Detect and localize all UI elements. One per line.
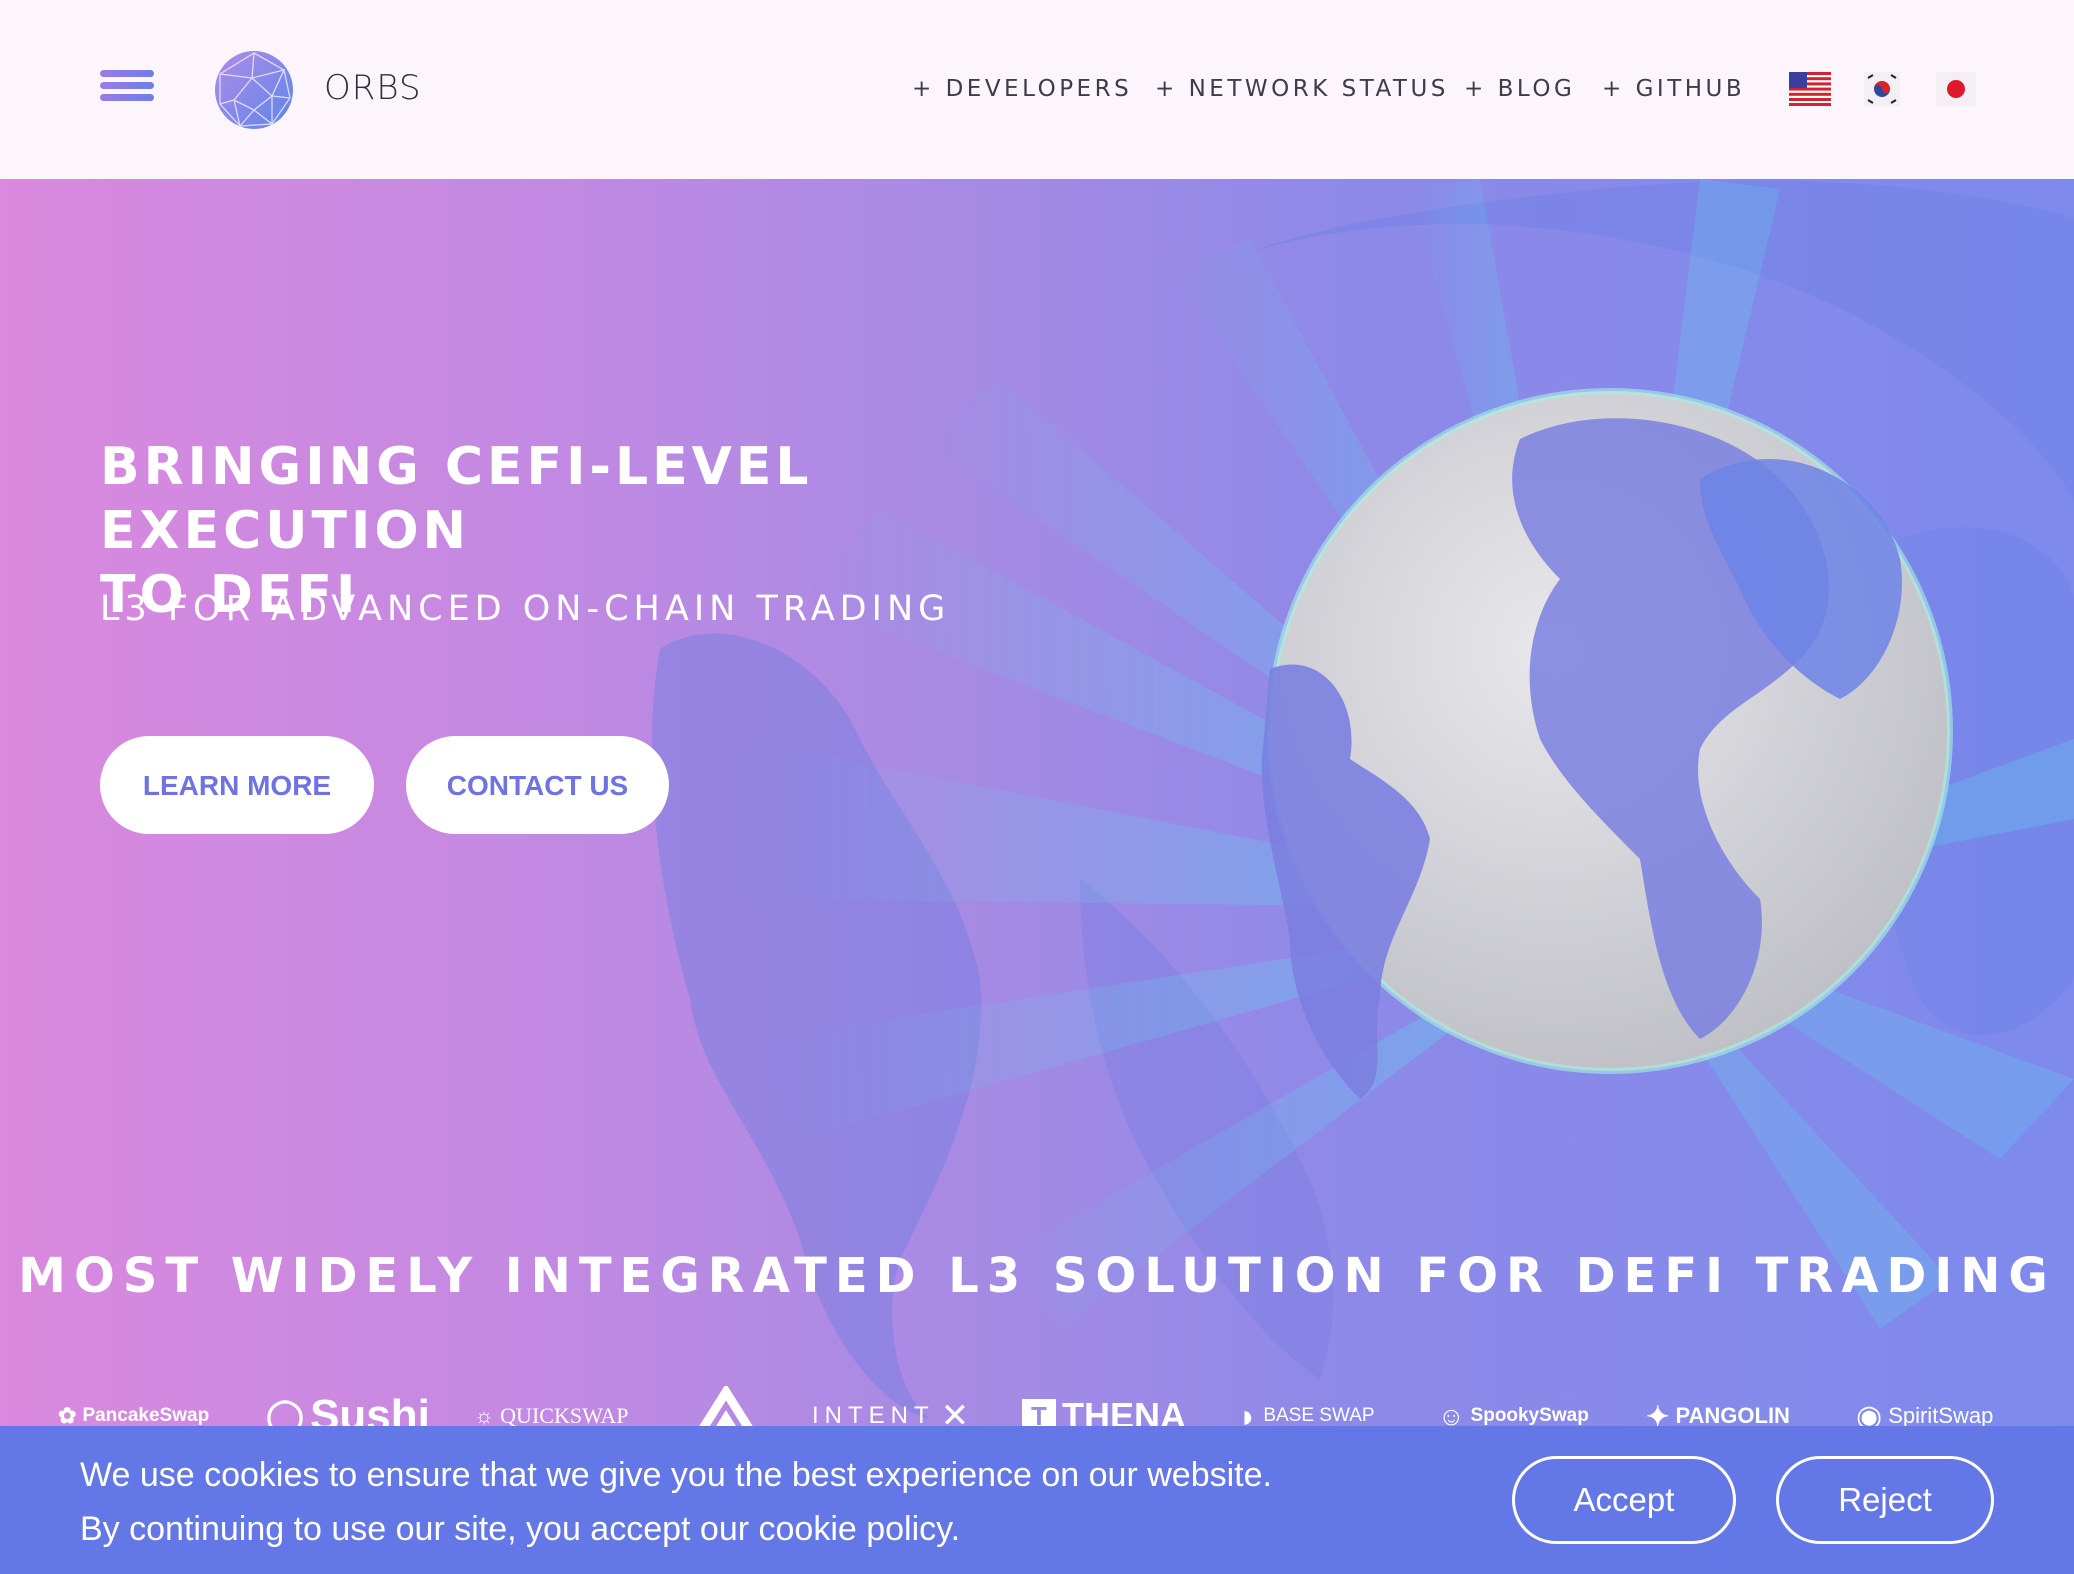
reject-cookies-button[interactable]: Reject	[1776, 1456, 1994, 1544]
accept-cookies-button[interactable]: Accept	[1512, 1456, 1736, 1544]
partner-spookyswap-label: SpookySwap	[1470, 1405, 1589, 1426]
japan-flag-icon[interactable]	[1936, 72, 1976, 106]
menu-icon[interactable]	[100, 70, 154, 102]
logo-text[interactable]: ORBS	[324, 68, 422, 108]
korea-flag-icon[interactable]	[1864, 72, 1900, 106]
globe-illustration	[651, 179, 2074, 1419]
orbs-logo-icon[interactable]	[212, 48, 296, 132]
partner-pancakeswap-label: PancakeSwap	[82, 1405, 210, 1426]
learn-more-button[interactable]: LEARN MORE	[100, 736, 374, 834]
partner-baseswap-label: BASE SWAP	[1263, 1405, 1375, 1426]
nav-github[interactable]: + GITHUB	[1602, 76, 1745, 102]
top-header: ORBS + DEVELOPERS + NETWORK STATUS + BLO…	[0, 0, 2074, 179]
cookie-message-line2: By continuing to use our site, you accep…	[80, 1510, 961, 1548]
nav-network-status[interactable]: + NETWORK STATUS	[1155, 76, 1449, 102]
hero-section: BRINGING CEFI-LEVEL EXECUTION TO DEFI L3…	[0, 179, 2074, 1574]
contact-us-button[interactable]: CONTACT US	[406, 736, 669, 834]
hero-headline-line1: BRINGING CEFI-LEVEL EXECUTION	[100, 437, 813, 561]
nav-blog[interactable]: + BLOG	[1464, 76, 1575, 102]
us-flag-icon[interactable]	[1789, 72, 1831, 106]
hero-subheadline: L3 FOR ADVANCED ON-CHAIN TRADING	[100, 589, 951, 629]
cookie-message: We use cookies to ensure that we give yo…	[80, 1448, 1272, 1556]
cookie-banner: We use cookies to ensure that we give yo…	[0, 1426, 2074, 1574]
nav-developers[interactable]: + DEVELOPERS	[912, 76, 1132, 102]
integrations-title: MOST WIDELY INTEGRATED L3 SOLUTION FOR D…	[18, 1248, 2056, 1304]
cookie-message-line1: We use cookies to ensure that we give yo…	[80, 1456, 1272, 1494]
